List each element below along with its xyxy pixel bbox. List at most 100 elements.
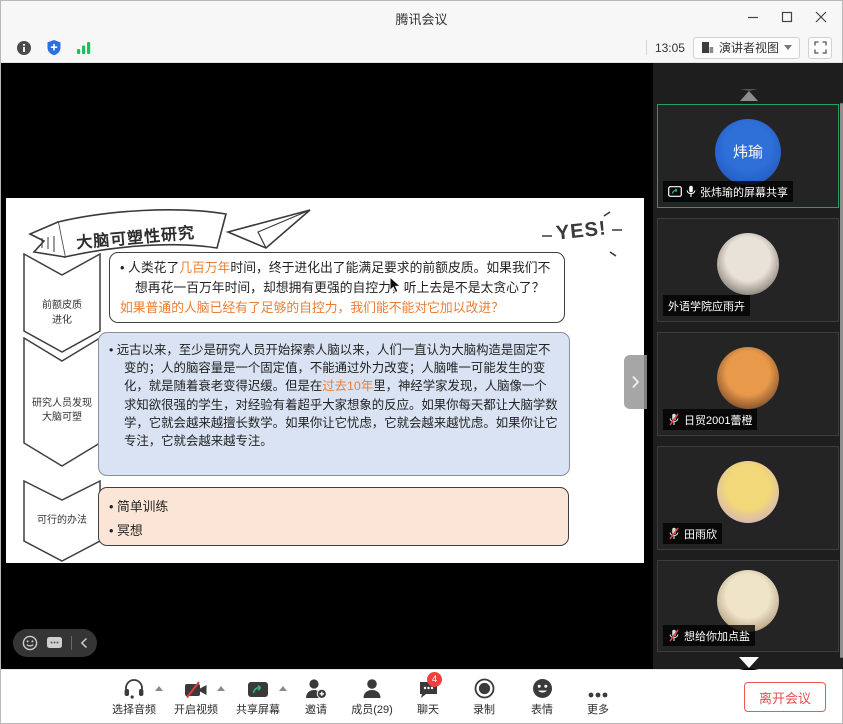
mic-muted-icon — [668, 413, 680, 426]
participant-name: 田雨欣 — [684, 526, 717, 542]
collapse-pill-button[interactable] — [80, 637, 88, 649]
meeting-content: 大脑可塑性研究 YES! 前额皮质 进化 研究人员发现 大脑可塑 — [1, 63, 842, 669]
invite-button[interactable]: 邀请 — [289, 677, 343, 717]
participant-5-label: 想给你加点盐 — [663, 625, 755, 646]
emoji-reaction-button[interactable] — [22, 635, 38, 651]
participant-1-label: 张炜瑜的屏幕共享 — [663, 181, 793, 202]
participant-name: 外语学院应雨卉 — [668, 298, 745, 314]
participant-name: 想给你加点盐 — [684, 628, 750, 644]
scroll-up-arrow[interactable] — [740, 89, 758, 101]
meeting-info-button[interactable] — [11, 38, 37, 58]
minimize-icon — [747, 11, 759, 23]
invite-label: 邀请 — [305, 701, 327, 717]
topbar-divider — [646, 40, 647, 55]
chevron-3-label: 可行的办法 — [23, 514, 101, 529]
avatar — [717, 233, 779, 295]
participant-tile-5[interactable]: 想给你加点盐 — [657, 560, 839, 652]
participant-tile-3[interactable]: 日贸2001蕾橙 — [657, 332, 839, 436]
camera-options-caret — [217, 686, 225, 691]
mic-muted-icon — [668, 629, 680, 642]
headset-icon — [123, 678, 145, 699]
network-signal-icon — [76, 41, 92, 55]
audio-options-caret — [155, 686, 163, 691]
audio-select-button[interactable]: 选择音频 — [103, 677, 165, 717]
danmaku-icon — [46, 636, 63, 650]
security-button[interactable] — [41, 38, 67, 58]
chevron-step-2: 研究人员发现 大脑可塑 — [23, 337, 101, 467]
avatar-initials: 炜瑜 — [733, 141, 763, 162]
shared-screen-area: 大脑可塑性研究 YES! 前额皮质 进化 研究人员发现 大脑可塑 — [1, 63, 653, 669]
leave-meeting-button[interactable]: 离开会议 — [744, 682, 826, 712]
close-button[interactable] — [804, 1, 838, 33]
mouse-cursor — [389, 276, 402, 294]
avatar: 炜瑜 — [715, 119, 781, 185]
members-label: 成员(29) — [351, 701, 393, 717]
yes-doodle: YES! — [540, 210, 624, 258]
screen-share-icon — [247, 681, 269, 699]
security-shield-icon — [46, 39, 62, 56]
more-icon — [587, 691, 609, 699]
participants-sidebar: 炜瑜 张炜瑜的屏幕共享 外语学院应雨卉 日贸2001蕾橙 — [653, 63, 843, 669]
presentation-slide: 大脑可塑性研究 YES! 前额皮质 进化 研究人员发现 大脑可塑 — [6, 198, 644, 563]
minimize-button[interactable] — [736, 1, 770, 33]
screen-share-button[interactable]: 共享屏幕 — [227, 677, 289, 717]
more-button[interactable]: 更多 — [571, 677, 625, 717]
textbox-1-paragraph: 人类花了几百万年时间，终于进化出了能满足要求的前额皮质。如果我们不想再花一百万年… — [120, 258, 554, 318]
mic-on-icon — [686, 185, 696, 198]
view-mode-dropdown[interactable]: 演讲者视图 — [693, 37, 800, 59]
window-controls — [736, 1, 838, 33]
participant-name: 日贸2001蕾橙 — [684, 412, 752, 428]
pill-divider — [71, 636, 72, 650]
participant-2-label: 外语学院应雨卉 — [663, 295, 750, 316]
person-icon — [362, 678, 382, 699]
audio-select-label: 选择音频 — [112, 701, 156, 717]
mic-muted-icon — [668, 527, 680, 540]
chat-unread-badge: 4 — [427, 672, 442, 687]
chevron-1-label: 前额皮质 进化 — [23, 299, 101, 328]
textbox-2-paragraph: 远古以来，至少是研究人员开始探索人脑以来，人们一直认为大脑构造是固定不变的；人的… — [109, 341, 559, 450]
reactions-label: 表情 — [531, 701, 553, 717]
reaction-pill — [13, 629, 97, 657]
share-options-caret — [279, 686, 287, 691]
participant-4-label: 田雨欣 — [663, 523, 722, 544]
members-button[interactable]: 成员(29) — [343, 677, 401, 717]
sidebar-collapse-handle[interactable] — [624, 355, 647, 409]
record-icon — [474, 678, 495, 699]
maximize-button[interactable] — [770, 1, 804, 33]
avatar — [717, 347, 779, 409]
network-status-button[interactable] — [71, 38, 97, 58]
meeting-topbar: 13:05 演讲者视图 — [1, 33, 842, 63]
bottom-toolbar: 选择音频 开启视频 共享屏幕 邀请 成员(29) 4 聊天 录制 — [1, 669, 842, 723]
chat-button[interactable]: 4 聊天 — [401, 677, 455, 717]
reactions-button[interactable]: 表情 — [513, 677, 571, 717]
chevron-left-icon — [80, 637, 88, 649]
camera-off-icon — [184, 681, 208, 699]
view-mode-label: 演讲者视图 — [719, 39, 779, 56]
titlebar: 腾讯会议 — [1, 1, 842, 33]
fullscreen-button[interactable] — [808, 37, 832, 59]
camera-toggle-button[interactable]: 开启视频 — [165, 677, 227, 717]
topbar-right-group: 13:05 演讲者视图 — [646, 37, 832, 59]
smiley-icon — [532, 678, 553, 699]
screen-share-label: 共享屏幕 — [236, 701, 280, 717]
record-button[interactable]: 录制 — [455, 677, 513, 717]
maximize-icon — [781, 11, 793, 23]
participant-tile-2[interactable]: 外语学院应雨卉 — [657, 218, 839, 322]
slide-textbox-1: 人类花了几百万年时间，终于进化出了能满足要求的前额皮质。如果我们不想再花一百万年… — [109, 252, 565, 323]
chevron-right-icon — [631, 375, 640, 389]
textbox-3-item-2: 冥想 — [109, 519, 558, 543]
scroll-down-arrow[interactable] — [739, 657, 759, 670]
slide-textbox-2: 远古以来，至少是研究人员开始探索人脑以来，人们一直认为大脑构造是固定不变的；人的… — [98, 332, 570, 476]
fullscreen-icon — [814, 41, 827, 54]
danmaku-button[interactable] — [46, 636, 63, 650]
camera-toggle-label: 开启视频 — [174, 701, 218, 717]
close-icon — [815, 11, 827, 23]
screen-share-indicator-icon — [668, 186, 682, 197]
participant-tile-1[interactable]: 炜瑜 张炜瑜的屏幕共享 — [657, 104, 839, 208]
more-label: 更多 — [587, 701, 609, 717]
smiley-icon — [22, 635, 38, 651]
textbox-3-item-1: 简单训练 — [109, 495, 558, 519]
window-title: 腾讯会议 — [1, 9, 842, 28]
record-label: 录制 — [473, 701, 495, 717]
participant-tile-4[interactable]: 田雨欣 — [657, 446, 839, 550]
